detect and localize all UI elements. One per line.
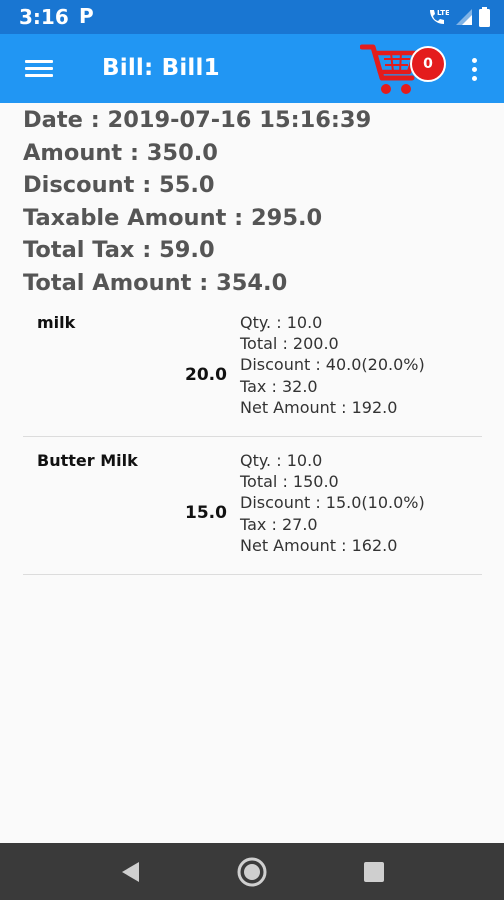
item-tax: Tax : 27.0 <box>240 514 318 534</box>
item-tax: Tax : 32.0 <box>240 376 318 396</box>
bill-items-list: milk 20.0 Qty. : 10.0 Total : 200.0 Disc… <box>23 299 482 575</box>
status-time: 3:16 <box>19 5 69 29</box>
item-net-amount: Net Amount : 192.0 <box>240 397 398 417</box>
item-net-amount: Net Amount : 162.0 <box>240 535 398 555</box>
list-item[interactable]: Butter Milk 15.0 Qty. : 10.0 Total : 150… <box>23 437 482 575</box>
page-title: Bill: Bill1 <box>102 55 220 81</box>
menu-icon[interactable] <box>17 51 61 87</box>
item-details: Qty. : 10.0 Total : 200.0 Discount : 40.… <box>240 312 425 418</box>
more-vert-icon[interactable] <box>462 52 486 86</box>
summary-amount: Amount : 350.0 <box>23 139 218 166</box>
item-name: Butter Milk <box>37 451 138 470</box>
home-icon[interactable] <box>234 855 270 889</box>
item-qty: Qty. : 10.0 <box>240 313 323 332</box>
recents-icon[interactable] <box>356 855 392 889</box>
battery-icon <box>479 7 490 27</box>
item-total: Total : 150.0 <box>240 472 339 492</box>
summary-total-tax: Total Tax : 59.0 <box>23 237 215 263</box>
app-bar: Bill: Bill1 0 <box>0 34 504 103</box>
bill-summary: Date : 2019-07-16 15:16:39 Amount : 350.… <box>23 106 371 301</box>
summary-taxable-amount: Taxable Amount : 295.0 <box>23 204 323 231</box>
lte-label: LTE <box>437 9 449 17</box>
parking-notification-icon: P <box>79 4 94 28</box>
summary-date: Date : 2019-07-16 15:16:39 <box>23 107 372 133</box>
item-name: milk <box>37 313 76 332</box>
navigation-bar <box>0 843 504 900</box>
item-discount: Discount : 40.0(20.0%) <box>240 355 425 375</box>
item-discount: Discount : 15.0(10.0%) <box>240 493 425 513</box>
list-item[interactable]: milk 20.0 Qty. : 10.0 Total : 200.0 Disc… <box>23 299 482 437</box>
back-icon[interactable] <box>113 855 149 889</box>
cart-count-badge: 0 <box>410 46 446 82</box>
status-bar: 3:16 P LTE <box>0 0 504 34</box>
item-details: Qty. : 10.0 Total : 150.0 Discount : 15.… <box>240 450 425 556</box>
item-price: 15.0 <box>185 503 227 523</box>
summary-total-amount: Total Amount : 354.0 <box>23 269 288 296</box>
item-price: 20.0 <box>185 365 227 385</box>
item-total: Total : 200.0 <box>240 334 339 354</box>
status-icons: LTE <box>427 6 490 28</box>
call-lte-icon: LTE <box>427 7 449 27</box>
signal-icon <box>455 8 473 26</box>
item-qty: Qty. : 10.0 <box>240 451 323 470</box>
summary-discount: Discount : 55.0 <box>23 172 215 198</box>
